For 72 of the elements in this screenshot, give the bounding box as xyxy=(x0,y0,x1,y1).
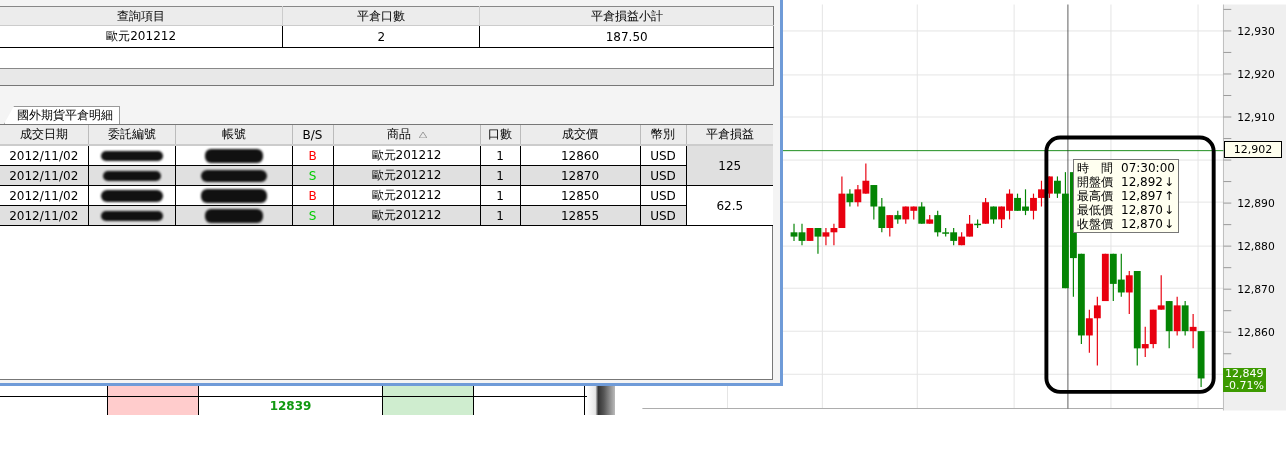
column-header[interactable]: 平倉口數 xyxy=(282,6,480,26)
table-cell: 2 xyxy=(282,25,480,48)
scrollbar[interactable] xyxy=(0,69,774,86)
table-cell: 12850 xyxy=(520,185,640,206)
column-header[interactable]: 查詢項目 xyxy=(0,6,283,26)
scrollbar[interactable] xyxy=(586,386,615,415)
table-cell: 1 xyxy=(480,185,520,206)
redaction-scribble xyxy=(100,190,163,202)
axis-label: 12,920 xyxy=(1237,68,1275,82)
column-header[interactable]: 帳號 xyxy=(175,125,292,145)
table-cell: 1 xyxy=(480,165,520,186)
tooltip-value: 12,870↓ xyxy=(1121,203,1175,217)
table-cell: 歐元201212 xyxy=(333,205,480,226)
redaction-scribble xyxy=(100,211,163,221)
axis-label: 12,880 xyxy=(1237,240,1275,254)
tooltip-label: 時 間 xyxy=(1077,161,1113,175)
redaction-scribble xyxy=(200,188,267,203)
tooltip-value: 12,897↑ xyxy=(1121,189,1175,203)
tooltip-value: 12,892↓ xyxy=(1121,175,1175,189)
column-header[interactable]: B/S xyxy=(292,125,333,145)
table-cell: USD xyxy=(640,205,686,226)
side-text: B xyxy=(308,148,317,163)
table-cell: 125 xyxy=(686,145,773,186)
table-cell: 2012/11/02 xyxy=(0,165,88,186)
table-cell: 62.5 xyxy=(686,185,773,226)
crosshair-price-tag: 12,902 xyxy=(1224,141,1282,159)
table-cell: 12870 xyxy=(520,165,640,186)
side-text: S xyxy=(308,208,317,223)
sort-icon xyxy=(418,131,427,138)
table-cell: 1 xyxy=(480,205,520,226)
table-cell: USD xyxy=(640,165,686,186)
table-cell: 12855 xyxy=(520,205,640,226)
column-header[interactable]: 成交價 xyxy=(520,125,640,145)
column-header[interactable]: 口數 xyxy=(480,125,520,145)
redaction-scribble xyxy=(204,148,263,163)
table-cell: 2012/11/02 xyxy=(0,205,88,226)
column-header[interactable]: 成交日期 xyxy=(0,125,88,145)
price-change: -0.71% xyxy=(1225,380,1264,392)
side-text: B xyxy=(308,188,317,203)
side-text: S xyxy=(308,168,317,183)
redaction-scribble xyxy=(200,170,267,182)
last-price: 12,849 xyxy=(1225,368,1264,380)
axis-label: 12,910 xyxy=(1237,111,1275,125)
column-header[interactable]: 委託編號 xyxy=(88,125,175,145)
table-cell: 歐元201212 xyxy=(333,145,480,166)
tooltip-label: 收盤價 xyxy=(1077,217,1113,231)
redaction-scribble xyxy=(102,171,161,181)
table-cell: 2012/11/02 xyxy=(0,145,88,166)
tooltip-label: 最低價 xyxy=(1077,203,1113,217)
table-cell: 1 xyxy=(480,145,520,166)
tooltip-value: 12,870↓ xyxy=(1121,217,1175,231)
redaction-scribble xyxy=(204,208,263,223)
table-cell: 12860 xyxy=(520,145,640,166)
axis-label: 12,860 xyxy=(1237,326,1275,340)
axis-label: 12,870 xyxy=(1237,283,1275,297)
redaction-scribble xyxy=(100,151,163,161)
tooltip-value: 07:30:00 xyxy=(1121,161,1175,175)
table-cell: 187.50 xyxy=(479,25,774,48)
tab[interactable]: 國外期貨平倉明細 xyxy=(4,106,120,124)
tooltip-label: 最高價 xyxy=(1077,189,1113,203)
table-cell: 2012/11/02 xyxy=(0,185,88,206)
column-header[interactable]: 平倉損益 xyxy=(686,125,773,145)
column-header[interactable]: 幣別 xyxy=(640,125,686,145)
column-header[interactable]: 商品 xyxy=(333,125,480,145)
table-cell: 歐元201212 xyxy=(0,25,283,48)
axis-label: 12,890 xyxy=(1237,197,1275,211)
column-header[interactable]: 平倉損益小計 xyxy=(479,6,774,26)
table-cell: 歐元201212 xyxy=(333,165,480,186)
price-text: 12839 xyxy=(269,399,312,413)
axis-label: 12,930 xyxy=(1237,25,1275,39)
table-cell: 歐元201212 xyxy=(333,185,480,206)
tooltip-label: 開盤價 xyxy=(1077,175,1113,189)
